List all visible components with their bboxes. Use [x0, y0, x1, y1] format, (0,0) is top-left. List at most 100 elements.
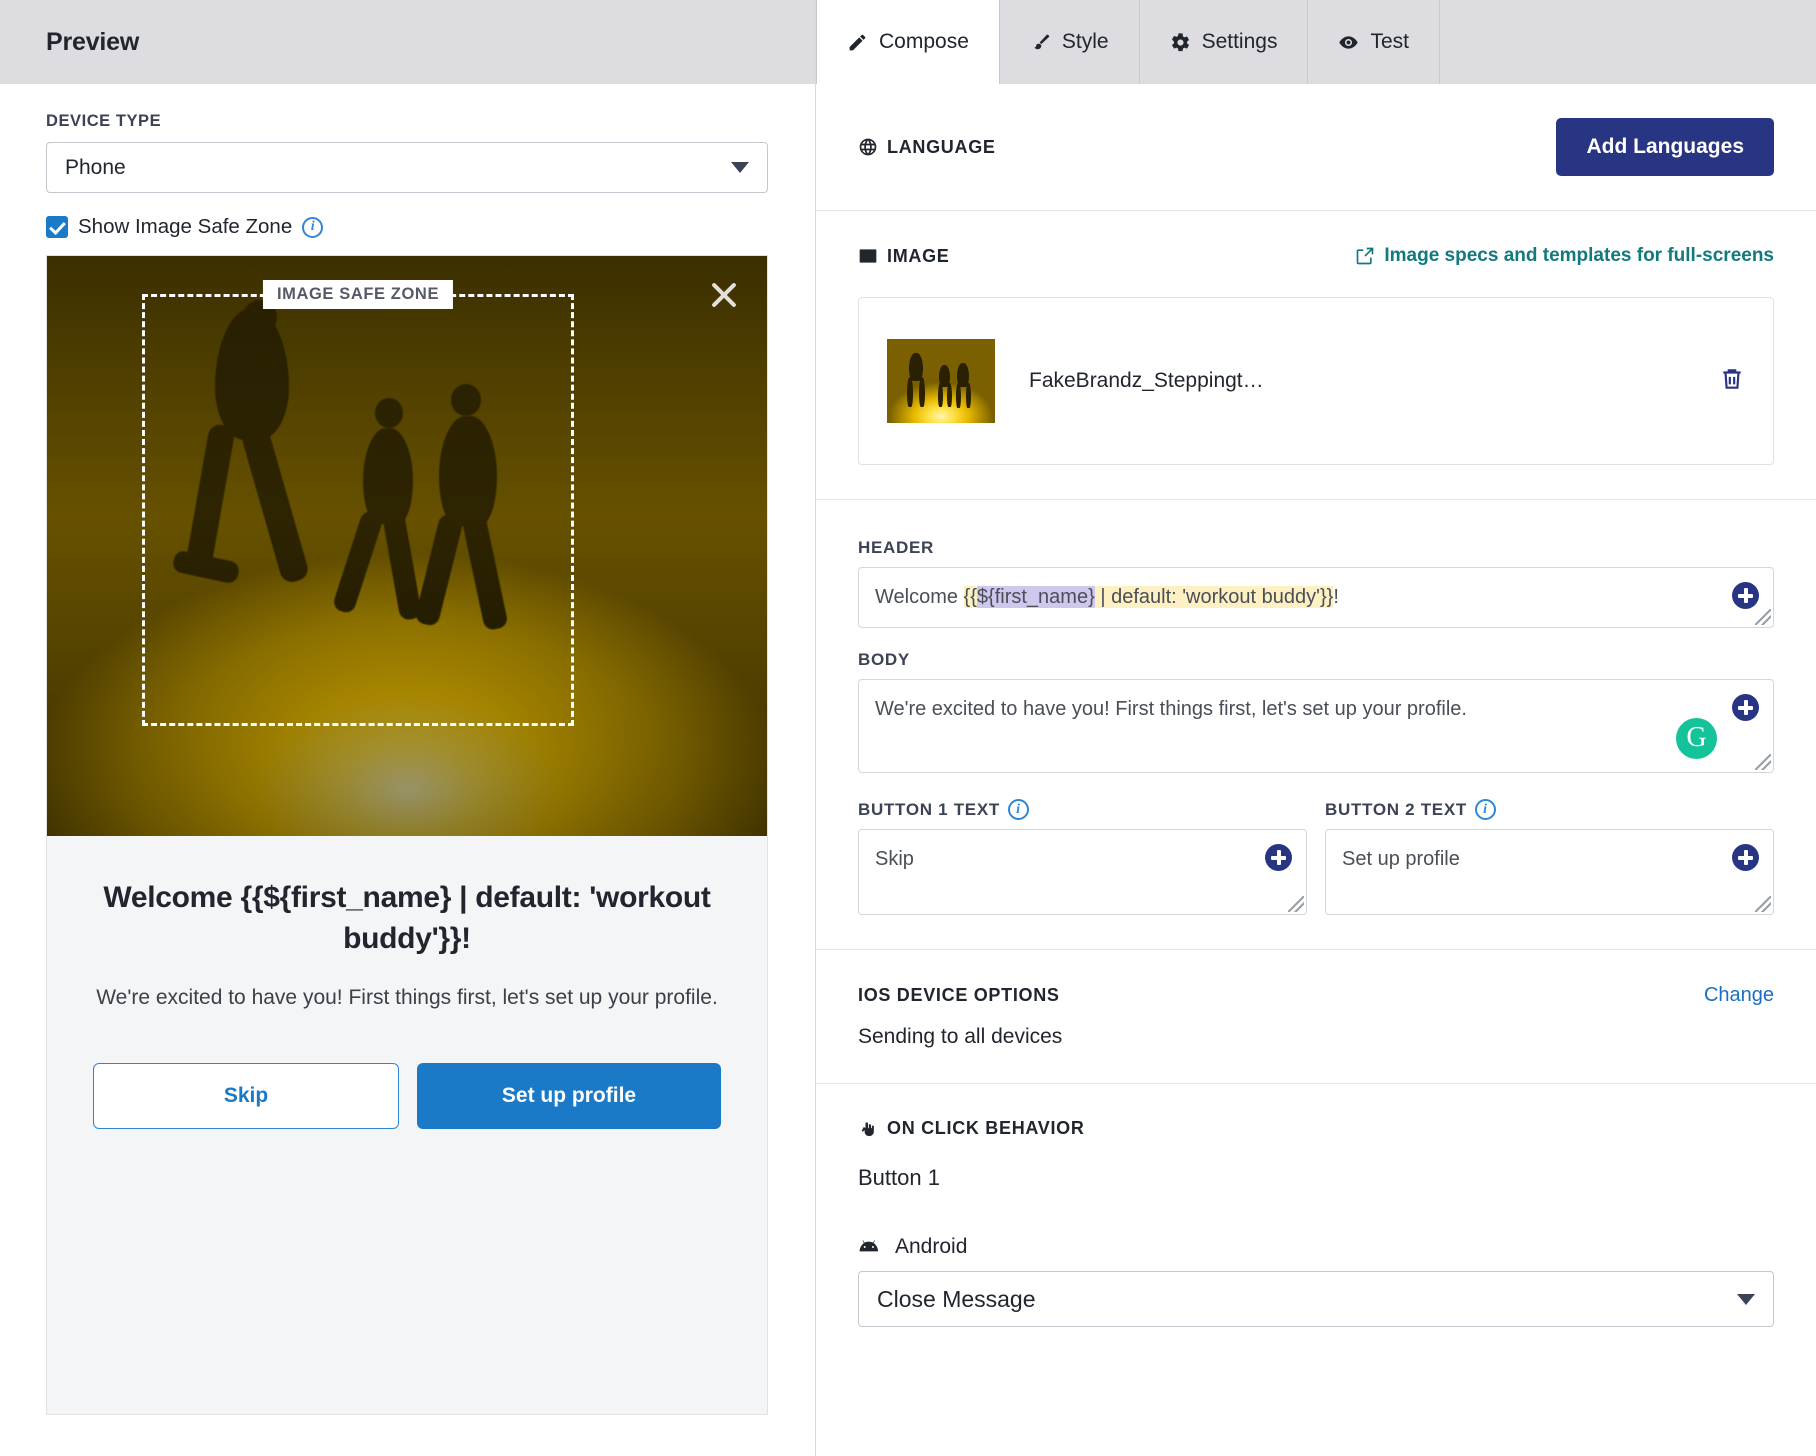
- globe-icon: [858, 137, 878, 157]
- language-section-title: LANGUAGE: [887, 137, 996, 158]
- image-safe-zone-badge: IMAGE SAFE ZONE: [263, 280, 453, 309]
- header-tag-variable: ${first_name}: [977, 586, 1095, 608]
- header-tag-rest: | default: 'workout buddy'}}: [1095, 586, 1334, 608]
- pencil-icon: [847, 32, 868, 53]
- add-languages-button[interactable]: Add Languages: [1556, 118, 1774, 176]
- body-input-value: We're excited to have you! First things …: [875, 698, 1467, 720]
- button2-field-label-wrap: BUTTON 2 TEXT i: [1325, 799, 1774, 820]
- button1-field: BUTTON 1 TEXT i Skip: [858, 799, 1307, 915]
- preview-skip-button[interactable]: Skip: [93, 1063, 399, 1129]
- header-text-suffix: !: [1333, 586, 1339, 608]
- info-icon[interactable]: i: [1475, 799, 1496, 820]
- button1-resize-handle[interactable]: [1288, 896, 1304, 912]
- body-field-label: BODY: [858, 650, 1774, 670]
- gear-icon: [1170, 32, 1191, 53]
- button2-input-value: Set up profile: [1342, 848, 1460, 870]
- trash-icon: [1719, 365, 1745, 393]
- on-click-button-label: Button 1: [858, 1165, 1774, 1191]
- image-file-name: FakeBrandz_Steppingt…: [1029, 369, 1685, 393]
- close-icon[interactable]: [707, 278, 741, 312]
- body-field: BODY We're excited to have you! First th…: [858, 650, 1774, 773]
- preview-message-buttons: Skip Set up profile: [47, 1063, 767, 1129]
- device-type-label: DEVICE TYPE: [46, 112, 769, 131]
- button1-input[interactable]: Skip: [858, 829, 1307, 915]
- chevron-down-icon: [731, 162, 749, 173]
- header-input[interactable]: Welcome {{${first_name} | default: 'work…: [858, 567, 1774, 628]
- delete-image-button[interactable]: [1719, 365, 1745, 398]
- preview-hero-image: IMAGE SAFE ZONE: [47, 256, 767, 836]
- chevron-down-icon: [1737, 1294, 1755, 1305]
- preview-message-body: We're excited to have you! First things …: [81, 983, 733, 1013]
- device-type-value: Phone: [65, 156, 126, 180]
- app-root: Preview DEVICE TYPE Phone Show Image Saf…: [0, 0, 1816, 1456]
- on-click-action-value: Close Message: [877, 1286, 1036, 1313]
- editor-pane: Compose Style Settings Test LANGUAGE: [816, 0, 1816, 1456]
- body-input[interactable]: We're excited to have you! First things …: [858, 679, 1774, 773]
- text-fields-section: HEADER Welcome {{${first_name} | default…: [816, 500, 1816, 950]
- editor-tabbar: Compose Style Settings Test: [816, 0, 1816, 84]
- button2-field: BUTTON 2 TEXT i Set up profile: [1325, 799, 1774, 915]
- button1-field-label-wrap: BUTTON 1 TEXT i: [858, 799, 1307, 820]
- button2-field-label: BUTTON 2 TEXT: [1325, 800, 1467, 820]
- image-icon: [858, 246, 878, 266]
- preview-message-area: Welcome {{${first_name} | default: 'work…: [47, 836, 767, 1013]
- on-click-behavior-title: ON CLICK BEHAVIOR: [887, 1118, 1085, 1139]
- button2-resize-handle[interactable]: [1755, 896, 1771, 912]
- phone-preview-card: IMAGE SAFE ZONE Welcome {{${first_name} …: [46, 255, 768, 1415]
- page-title: Preview: [46, 28, 139, 57]
- button2-input[interactable]: Set up profile: [1325, 829, 1774, 915]
- image-section: IMAGE Image specs and templates for full…: [816, 211, 1816, 500]
- tab-style-label: Style: [1062, 30, 1109, 54]
- preview-header: Preview: [0, 0, 815, 84]
- header-resize-handle[interactable]: [1755, 609, 1771, 625]
- brush-icon: [1030, 32, 1051, 53]
- image-section-title: IMAGE: [887, 246, 950, 267]
- button-text-fields: BUTTON 1 TEXT i Skip BUTTON 2 TEXT i: [858, 799, 1774, 915]
- tab-settings[interactable]: Settings: [1140, 0, 1309, 84]
- info-icon[interactable]: i: [302, 217, 323, 238]
- external-link-icon: [1355, 246, 1375, 266]
- button2-add-personalization-button[interactable]: [1732, 844, 1759, 871]
- tab-test[interactable]: Test: [1308, 0, 1440, 84]
- header-field-label: HEADER: [858, 538, 1774, 558]
- button1-input-value: Skip: [875, 848, 914, 870]
- button1-add-personalization-button[interactable]: [1265, 844, 1292, 871]
- preview-pane: Preview DEVICE TYPE Phone Show Image Saf…: [0, 0, 816, 1456]
- image-file-row[interactable]: FakeBrandz_Steppingt…: [858, 297, 1774, 465]
- preview-setup-profile-button[interactable]: Set up profile: [417, 1063, 721, 1129]
- image-specs-link-label: Image specs and templates for full-scree…: [1384, 245, 1774, 267]
- header-tag-open: {{: [964, 586, 977, 608]
- language-section-title-wrap: LANGUAGE: [858, 137, 996, 158]
- ios-device-options-label: IOS DEVICE OPTIONS: [858, 985, 1060, 1006]
- device-type-select[interactable]: Phone: [46, 142, 768, 193]
- tab-compose[interactable]: Compose: [816, 0, 1000, 84]
- tab-style[interactable]: Style: [1000, 0, 1140, 84]
- on-click-os-label: Android: [895, 1235, 967, 1259]
- grammarly-icon[interactable]: G: [1676, 718, 1717, 759]
- preview-message-title: Welcome {{${first_name} | default: 'work…: [81, 878, 733, 959]
- image-thumbnail: [887, 339, 995, 423]
- tab-settings-label: Settings: [1202, 30, 1278, 54]
- safe-zone-checkbox-label: Show Image Safe Zone: [78, 215, 292, 239]
- image-safe-zone-overlay: IMAGE SAFE ZONE: [142, 294, 574, 726]
- header-liquid-tag: {{${first_name} | default: 'workout budd…: [964, 586, 1334, 608]
- ios-device-options-section: IOS DEVICE OPTIONS Change Sending to all…: [816, 950, 1816, 1084]
- button1-field-label: BUTTON 1 TEXT: [858, 800, 1000, 820]
- safe-zone-checkbox[interactable]: [46, 216, 68, 238]
- on-click-os-row: Android: [858, 1235, 1774, 1259]
- image-specs-link[interactable]: Image specs and templates for full-scree…: [1355, 245, 1774, 267]
- safe-zone-checkbox-row[interactable]: Show Image Safe Zone i: [46, 215, 769, 239]
- info-icon[interactable]: i: [1008, 799, 1029, 820]
- header-text-prefix: Welcome: [875, 586, 964, 608]
- ios-device-options-status: Sending to all devices: [858, 1025, 1774, 1049]
- pointer-hand-icon: [858, 1119, 878, 1139]
- eye-icon: [1338, 32, 1359, 53]
- on-click-behavior-title-wrap: ON CLICK BEHAVIOR: [858, 1118, 1774, 1139]
- language-section: LANGUAGE Add Languages: [816, 84, 1816, 211]
- ios-device-options-change-link[interactable]: Change: [1704, 984, 1774, 1007]
- body-resize-handle[interactable]: [1755, 754, 1771, 770]
- preview-body: DEVICE TYPE Phone Show Image Safe Zone i: [0, 84, 815, 1415]
- on-click-action-select[interactable]: Close Message: [858, 1271, 1774, 1327]
- body-add-personalization-button[interactable]: [1732, 694, 1759, 721]
- header-add-personalization-button[interactable]: [1732, 582, 1759, 609]
